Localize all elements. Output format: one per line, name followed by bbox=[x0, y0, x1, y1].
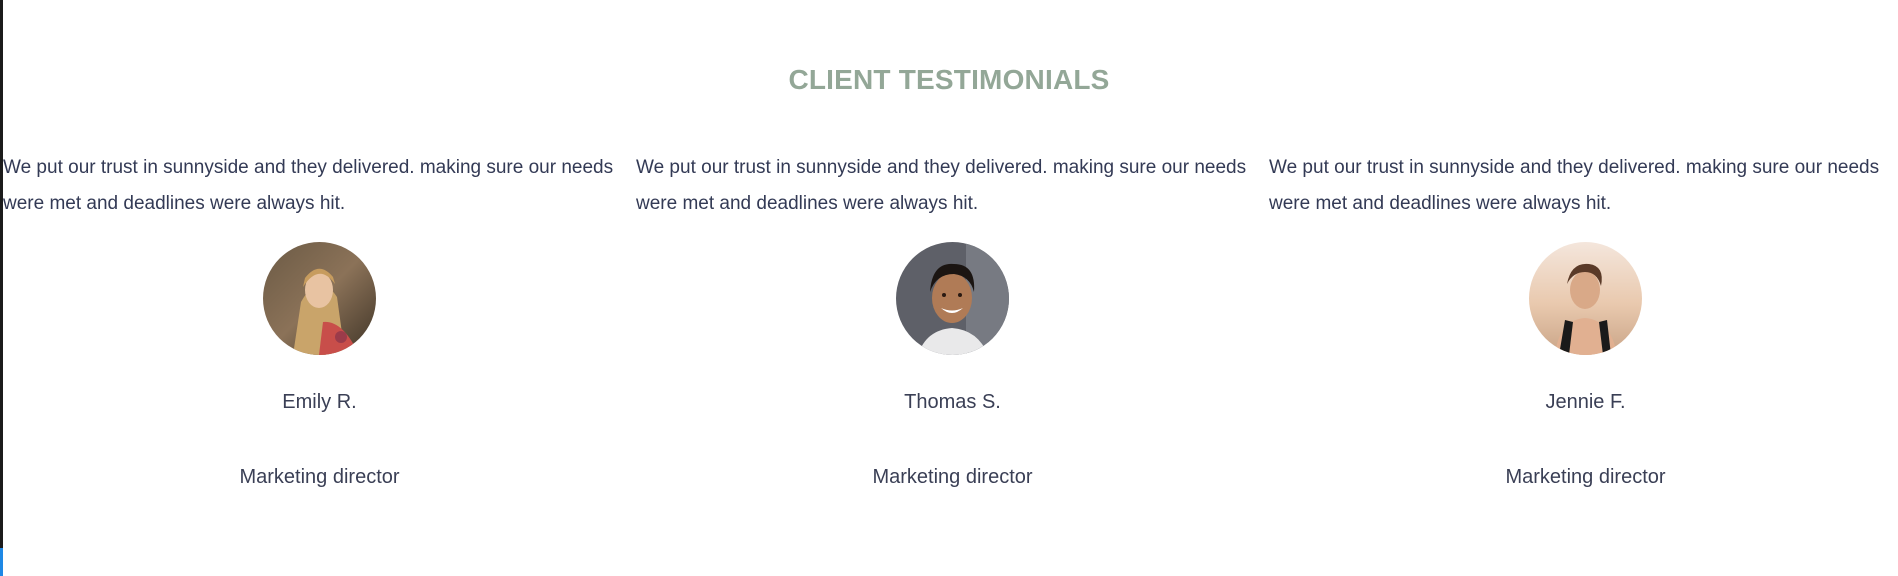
testimonial-role: Marketing director bbox=[872, 466, 1033, 488]
testimonial-role: Marketing director bbox=[1505, 466, 1666, 488]
testimonial-quote: We put our trust in sunnyside and they d… bbox=[3, 157, 614, 214]
testimonial-name: Thomas S. bbox=[904, 391, 1001, 413]
avatar-photo-icon bbox=[1529, 242, 1642, 355]
section-title: CLIENT TESTIMONIALS bbox=[788, 64, 1110, 95]
testimonial-name: Jennie F. bbox=[1545, 391, 1626, 413]
avatar bbox=[1529, 242, 1642, 355]
testimonial-name: Emily R. bbox=[282, 391, 357, 413]
testimonial-role: Marketing director bbox=[239, 466, 400, 488]
testimonial-card: We put our trust in sunnyside and they d… bbox=[3, 150, 636, 489]
window-edge-accent bbox=[0, 548, 3, 576]
testimonial-card: We put our trust in sunnyside and they d… bbox=[636, 150, 1269, 489]
testimonial-quote: We put our trust in sunnyside and they d… bbox=[1269, 157, 1880, 214]
avatar bbox=[263, 242, 376, 355]
testimonial-list: We put our trust in sunnyside and they d… bbox=[3, 150, 1898, 489]
avatar bbox=[896, 242, 1009, 355]
testimonials-page: CLIENT TESTIMONIALS We put our trust in … bbox=[0, 0, 1898, 576]
avatar-photo-icon bbox=[263, 242, 376, 355]
avatar-photo-icon bbox=[896, 242, 1009, 355]
testimonial-card: We put our trust in sunnyside and they d… bbox=[1269, 150, 1898, 489]
testimonial-quote: We put our trust in sunnyside and they d… bbox=[636, 157, 1247, 214]
